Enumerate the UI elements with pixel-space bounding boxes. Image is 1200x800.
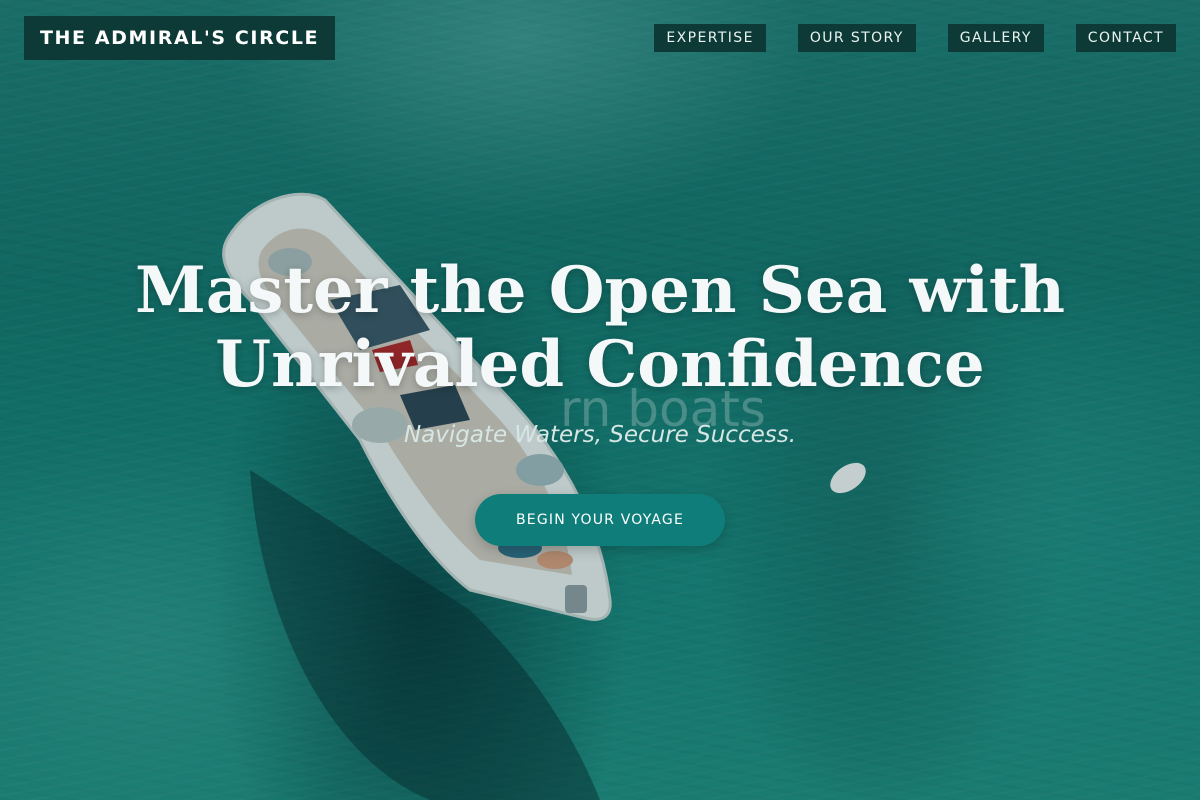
brand-name: THE ADMIRAL'S CIRCLE — [40, 27, 320, 49]
nav-item-label: OUR STORY — [809, 30, 904, 46]
main-nav: EXPERTISE OUR STORY GALLERY CONTACT — [654, 24, 1176, 52]
nav-item-gallery[interactable]: GALLERY — [947, 24, 1044, 52]
nav-item-label: CONTACT — [1087, 30, 1164, 46]
hero-title: Master the Open Sea with Unrivaled Confi… — [135, 253, 1065, 402]
hero-subtitle: Navigate Waters, Secure Success. — [403, 422, 797, 448]
cta-button-label: BEGIN YOUR VOYAGE — [515, 512, 685, 528]
nav-item-expertise[interactable]: EXPERTISE — [654, 24, 766, 52]
begin-voyage-button[interactable]: BEGIN YOUR VOYAGE — [475, 494, 725, 546]
brand-logo[interactable]: THE ADMIRAL'S CIRCLE — [24, 16, 336, 60]
nav-item-label: GALLERY — [959, 30, 1032, 46]
nav-item-label: EXPERTISE — [666, 30, 754, 46]
nav-item-contact[interactable]: CONTACT — [1075, 24, 1176, 52]
nav-item-our-story[interactable]: OUR STORY — [797, 24, 916, 52]
